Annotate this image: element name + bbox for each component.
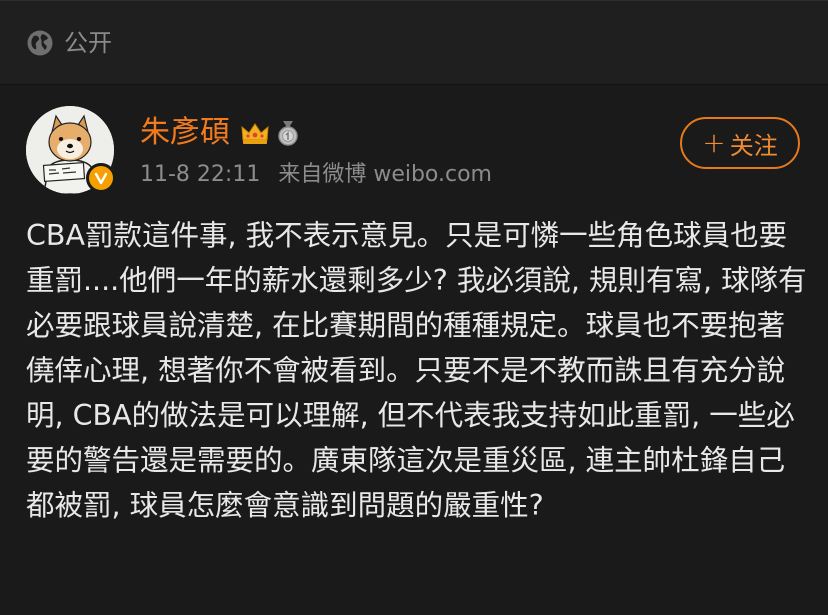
- post-meta: 11-8 22:11 来自微博 weibo.com: [140, 161, 492, 189]
- medal-icon[interactable]: [274, 119, 302, 147]
- author-row: 朱彥碩: [140, 115, 302, 151]
- follow-button[interactable]: + 关注: [680, 117, 800, 169]
- post-source[interactable]: 来自微博 weibo.com: [278, 161, 492, 189]
- visibility-bar: 公开: [0, 0, 828, 85]
- weibo-post: 朱彥碩 11-8 22:11 来自微博 weibo.com + 关注 CBA罰款…: [0, 85, 828, 615]
- verified-v-icon: [94, 172, 108, 185]
- follow-button-label: 关注: [729, 131, 778, 160]
- post-body: CBA罰款這件事, 我不表示意見。只是可憐一些角色球員也要重罰....他們一年的…: [26, 219, 807, 522]
- crown-icon[interactable]: [240, 120, 270, 146]
- post-timestamp: 11-8 22:11: [140, 162, 261, 187]
- visibility-row[interactable]: 公开: [26, 29, 112, 57]
- verified-badge: [86, 163, 116, 193]
- visibility-label: 公开: [64, 29, 112, 57]
- author-name[interactable]: 朱彥碩: [140, 115, 230, 151]
- plus-icon: +: [702, 126, 726, 159]
- globe-icon: [27, 30, 53, 56]
